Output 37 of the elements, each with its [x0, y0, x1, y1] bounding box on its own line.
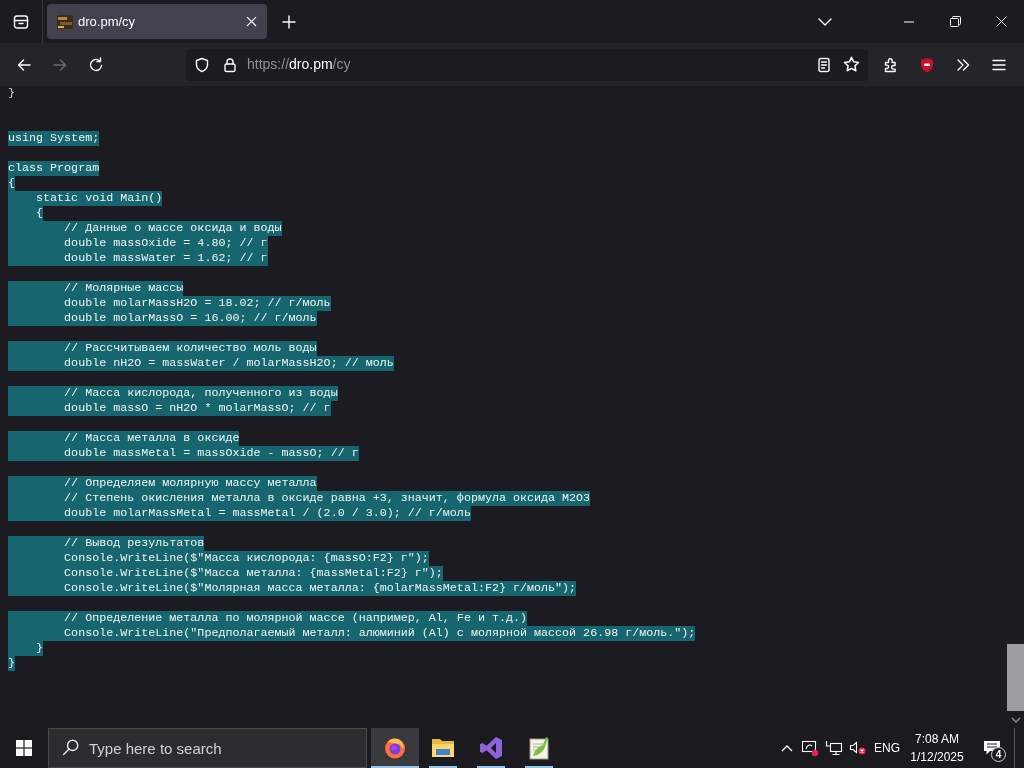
shield-icon[interactable] — [194, 56, 210, 73]
scrollbar-thumb[interactable] — [1007, 644, 1024, 711]
infinity-ribbon-icon[interactable] — [479, 736, 503, 760]
lock-icon[interactable] — [222, 56, 238, 73]
puzzle-piece-icon[interactable] — [883, 56, 899, 73]
double-chevron-icon[interactable] — [955, 56, 971, 73]
site-favicon-icon — [57, 13, 73, 30]
minimize-icon[interactable] — [904, 20, 914, 23]
close-icon[interactable] — [246, 16, 257, 27]
clock-time[interactable]: 7:08 AM — [915, 730, 959, 748]
language-indicator[interactable]: ENG — [870, 728, 904, 768]
plus-icon[interactable] — [282, 14, 296, 29]
shield-badge-icon[interactable] — [919, 56, 935, 73]
chevron-up-icon[interactable] — [781, 744, 793, 752]
search-icon — [62, 739, 79, 756]
speaker-muted-icon[interactable] — [849, 740, 867, 756]
clock-date[interactable]: 1/12/2025 — [910, 748, 964, 766]
flame-globe-icon[interactable] — [383, 736, 407, 760]
document-icon[interactable] — [816, 56, 832, 73]
restore-icon[interactable] — [949, 16, 961, 27]
folder-icon[interactable] — [431, 737, 455, 759]
window-grid-icon[interactable] — [16, 740, 32, 756]
network-icon[interactable] — [825, 740, 843, 756]
tray-box-icon[interactable] — [13, 13, 29, 30]
notepad-icon[interactable] — [528, 736, 550, 760]
search-field[interactable]: Type here to search — [48, 728, 367, 768]
code-line: } — [8, 86, 15, 101]
back-arrow-icon[interactable] — [16, 56, 32, 73]
close-icon[interactable] — [995, 16, 1007, 27]
browser-tab[interactable]: dro.pm/cy — [47, 4, 267, 39]
monitor-alert-icon[interactable] — [801, 739, 819, 757]
url-text: https://dro.pm/cy — [247, 55, 351, 74]
reload-icon[interactable] — [88, 56, 104, 73]
address-bar[interactable]: https://dro.pm/cy — [186, 48, 868, 81]
taskbar-app-button[interactable] — [371, 728, 419, 768]
notification-count: 4 — [991, 747, 1006, 762]
star-icon[interactable] — [843, 56, 860, 73]
